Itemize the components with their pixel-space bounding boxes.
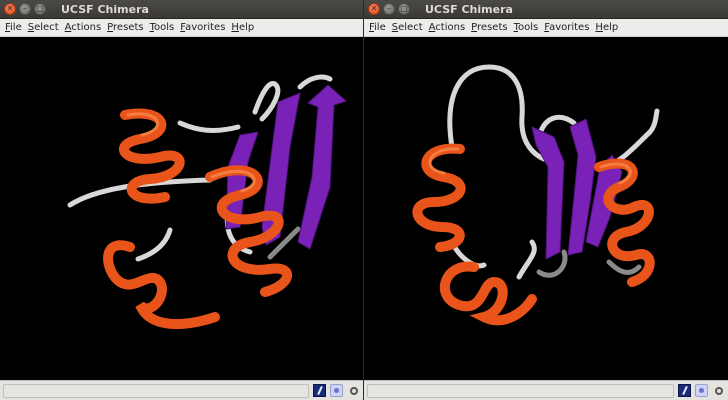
status-bar: [0, 380, 363, 400]
protein-ribbon-right: [412, 64, 660, 326]
menu-actions[interactable]: Actions: [62, 22, 105, 33]
menu-file[interactable]: File: [366, 22, 389, 33]
beta-strand-arrow: [297, 84, 347, 250]
menu-favorites[interactable]: Favorites: [177, 22, 228, 33]
command-line-icon[interactable]: [313, 384, 326, 397]
status-message-field: [367, 383, 674, 398]
search-icon[interactable]: [347, 384, 360, 397]
menu-tools[interactable]: Tools: [147, 22, 178, 33]
desktop: ✕ – □ UCSF Chimera File Select Actions P…: [0, 0, 728, 400]
coil-segment: [177, 120, 241, 133]
close-icon[interactable]: ✕: [368, 3, 380, 15]
window-title: UCSF Chimera: [425, 2, 513, 16]
alpha-helix: [412, 143, 466, 252]
maximize-icon[interactable]: □: [398, 3, 410, 15]
idle-status-icon[interactable]: [330, 384, 343, 397]
menu-bar: File Select Actions Presets Tools Favori…: [0, 19, 363, 37]
menu-favorites[interactable]: Favorites: [541, 22, 592, 33]
idle-status-icon[interactable]: [695, 384, 708, 397]
status-message-field: [3, 383, 309, 398]
minimize-icon[interactable]: –: [19, 3, 31, 15]
title-bar[interactable]: ✕ – □ UCSF Chimera: [364, 0, 728, 19]
menu-presets[interactable]: Presets: [468, 22, 510, 33]
graphics-viewport[interactable]: [0, 37, 363, 380]
menu-select[interactable]: Select: [25, 22, 62, 33]
search-icon[interactable]: [712, 384, 725, 397]
menu-bar: File Select Actions Presets Tools Favori…: [364, 19, 728, 37]
coil-segment: [516, 239, 537, 280]
menu-file[interactable]: File: [2, 22, 25, 33]
minimize-icon[interactable]: –: [383, 3, 395, 15]
title-bar[interactable]: ✕ – □ UCSF Chimera: [0, 0, 363, 19]
maximize-icon[interactable]: □: [34, 3, 46, 15]
alpha-helix: [103, 240, 220, 330]
menu-presets[interactable]: Presets: [104, 22, 146, 33]
graphics-viewport[interactable]: [364, 37, 728, 380]
coil-segment: [135, 227, 173, 262]
coil-segment: [297, 74, 333, 90]
command-line-icon[interactable]: [678, 384, 691, 397]
coil-segment: [252, 81, 281, 122]
menu-help[interactable]: Help: [228, 22, 257, 33]
status-bar: [364, 380, 728, 400]
menu-tools[interactable]: Tools: [511, 22, 542, 33]
window-title: UCSF Chimera: [61, 2, 149, 16]
menu-select[interactable]: Select: [389, 22, 426, 33]
chimera-window-right: ✕ – □ UCSF Chimera File Select Actions P…: [364, 0, 728, 400]
beta-strand: [531, 126, 565, 260]
close-icon[interactable]: ✕: [4, 3, 16, 15]
coil-segment: [606, 259, 642, 275]
protein-ribbon-left: [67, 74, 347, 330]
chimera-window-left: ✕ – □ UCSF Chimera File Select Actions P…: [0, 0, 364, 400]
menu-actions[interactable]: Actions: [426, 22, 469, 33]
menu-help[interactable]: Help: [592, 22, 621, 33]
